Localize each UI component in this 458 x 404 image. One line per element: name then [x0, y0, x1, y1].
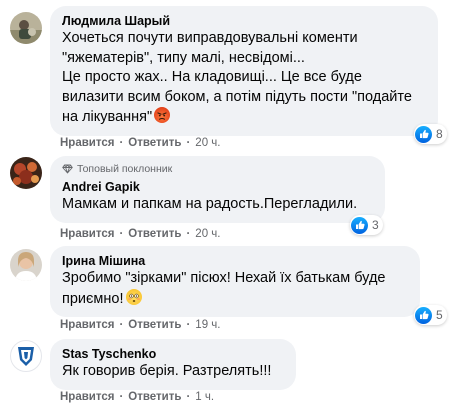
like-link[interactable]: Нравится — [60, 318, 114, 332]
comment-text: Хочеться почути виправдовувальні коменти… — [62, 30, 412, 125]
comment-actions: Нравится · Ответить · 1 ч. — [60, 390, 215, 404]
comment-bubble: Ірина Мішина Зробимо "зірками" пісюх! Не… — [50, 246, 420, 317]
reaction-count: 3 — [372, 218, 379, 232]
reaction-count: 8 — [436, 127, 443, 141]
like-link[interactable]: Нравится — [60, 390, 114, 404]
comment-timestamp[interactable]: 1 ч. — [195, 390, 214, 404]
reply-link[interactable]: Ответить — [128, 318, 181, 332]
reaction-summary[interactable]: 5 — [414, 305, 447, 325]
top-fan-badge: Топовый поклонник — [62, 162, 373, 176]
dynamo-logo-icon — [12, 342, 40, 370]
comment-text: Як говорив берія. Разтрелять!!! — [62, 363, 272, 379]
comment-author[interactable]: Stas Tyschenko — [62, 346, 284, 362]
like-link[interactable]: Нравится — [60, 227, 114, 241]
reaction-count: 5 — [436, 308, 443, 322]
comment-author[interactable]: Ірина Мішина — [62, 253, 408, 269]
angry-face-emoji — [154, 107, 171, 123]
flushed-face-emoji — [126, 288, 143, 305]
avatar[interactable] — [10, 249, 42, 281]
avatar[interactable] — [10, 157, 42, 189]
avatar[interactable] — [10, 12, 42, 44]
comment-timestamp[interactable]: 20 ч. — [195, 227, 220, 241]
comment-bubble: Людмила Шарый Хочеться почути виправдову… — [50, 6, 438, 136]
like-reaction-icon — [415, 306, 432, 324]
like-reaction-icon — [415, 125, 432, 143]
comment-bubble: Топовый поклонник Andrei Gapik Мамкам и … — [50, 156, 385, 223]
reply-link[interactable]: Ответить — [128, 227, 181, 241]
comment-actions: Нравится · Ответить · 20 ч. — [60, 136, 221, 150]
comment-actions: Нравится · Ответить · 19 ч. — [60, 318, 221, 332]
reaction-summary[interactable]: 3 — [350, 215, 383, 235]
reaction-summary[interactable]: 8 — [414, 124, 447, 144]
comment-text: Мамкам и папкам на радость.Перегладили. — [62, 196, 358, 212]
comment-author[interactable]: Людмила Шарый — [62, 13, 426, 29]
like-reaction-icon — [351, 216, 368, 234]
comment-text: Зробимо "зірками" пісюх! Нехай їх батька… — [62, 270, 386, 307]
like-link[interactable]: Нравится — [60, 136, 114, 150]
comment-timestamp[interactable]: 20 ч. — [195, 136, 220, 150]
reply-link[interactable]: Ответить — [128, 136, 181, 150]
comment-timestamp[interactable]: 19 ч. — [195, 318, 220, 332]
diamond-icon — [62, 164, 73, 174]
avatar[interactable] — [10, 340, 42, 372]
reply-link[interactable]: Ответить — [128, 390, 181, 404]
comment-bubble: Stas Tyschenko Як говорив берія. Разтрел… — [50, 339, 296, 390]
comment-actions: Нравится · Ответить · 20 ч. — [60, 227, 221, 241]
comment-author[interactable]: Andrei Gapik — [62, 179, 373, 195]
